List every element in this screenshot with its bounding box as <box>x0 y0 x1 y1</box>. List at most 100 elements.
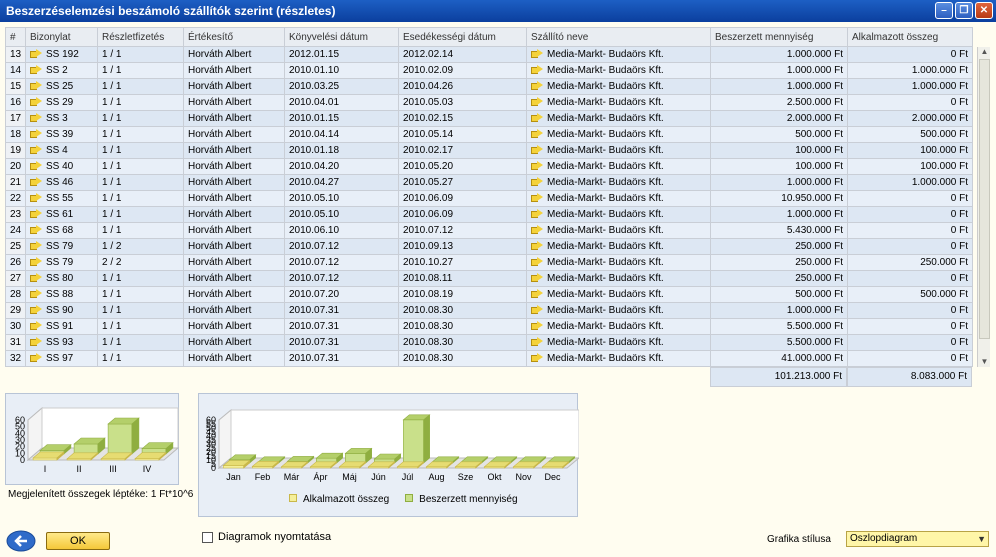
table-cell[interactable]: Media-Markt- Budaörs Kft. <box>526 222 711 239</box>
link-arrow-icon[interactable] <box>30 97 42 106</box>
table-row[interactable]: 31 SS 93 1 / 1 Horváth Albert 2010.07.31 2010… <box>5 334 973 351</box>
table-cell[interactable]: Media-Markt- Budaörs Kft. <box>526 350 711 367</box>
table-cell[interactable]: SS 192 <box>25 46 98 63</box>
link-arrow-icon[interactable] <box>30 353 42 362</box>
table-row[interactable]: 20 SS 40 1 / 1 Horváth Albert 2010.04.20 2010… <box>5 158 973 175</box>
table-row[interactable]: 28 SS 88 1 / 1 Horváth Albert 2010.07.20 2010… <box>5 286 973 303</box>
link-arrow-icon[interactable] <box>30 273 42 282</box>
table-cell[interactable]: Media-Markt- Budaörs Kft. <box>526 190 711 207</box>
link-arrow-icon[interactable] <box>531 113 543 122</box>
table-cell[interactable]: Media-Markt- Budaörs Kft. <box>526 126 711 143</box>
table-cell[interactable]: Media-Markt- Budaörs Kft. <box>526 158 711 175</box>
table-cell[interactable]: Media-Markt- Budaörs Kft. <box>526 286 711 303</box>
ok-button[interactable]: OK <box>46 532 110 550</box>
table-row[interactable]: 17 SS 31 / 1 Horváth Albert 2010.01.15 2010.… <box>5 110 973 127</box>
table-cell[interactable]: SS 79 <box>25 254 98 271</box>
column-header[interactable]: Könyvelési dátum <box>284 27 399 47</box>
link-arrow-icon[interactable] <box>30 193 42 202</box>
table-row[interactable]: 19 SS 41 / 1 Horváth Albert 2010.01.18 2010.… <box>5 142 973 159</box>
table-cell[interactable]: SS 55 <box>25 190 98 207</box>
link-arrow-icon[interactable] <box>30 257 42 266</box>
link-arrow-icon[interactable] <box>30 177 42 186</box>
table-cell[interactable]: SS 88 <box>25 286 98 303</box>
link-arrow-icon[interactable] <box>30 337 42 346</box>
link-arrow-icon[interactable] <box>531 353 543 362</box>
table-row[interactable]: 18 SS 39 1 / 1 Horváth Albert 2010.04.14 2010… <box>5 126 973 143</box>
table-row[interactable]: 32 SS 97 1 / 1 Horváth Albert 2010.07.31 2010… <box>5 350 973 367</box>
link-arrow-icon[interactable] <box>30 289 42 298</box>
table-row[interactable]: 15 SS 25 1 / 1 Horváth Albert 2010.03.25 2010… <box>5 78 973 95</box>
table-row[interactable]: 22 SS 55 1 / 1 Horváth Albert 2010.05.10 2010… <box>5 190 973 207</box>
link-arrow-icon[interactable] <box>30 81 42 90</box>
table-cell[interactable]: SS 79 <box>25 238 98 255</box>
column-header[interactable]: Szállító neve <box>526 27 711 47</box>
table-cell[interactable]: Media-Markt- Budaörs Kft. <box>526 78 711 95</box>
link-arrow-icon[interactable] <box>30 241 42 250</box>
maximize-icon[interactable]: ❐ <box>955 2 973 19</box>
scroll-up-icon[interactable]: ▲ <box>978 47 991 57</box>
print-charts-row[interactable]: Diagramok nyomtatása <box>202 531 331 543</box>
table-row[interactable]: 25 SS 79 1 / 2 Horváth Albert 2010.07.12 2010… <box>5 238 973 255</box>
table-cell[interactable]: Media-Markt- Budaörs Kft. <box>526 174 711 191</box>
print-charts-checkbox[interactable] <box>202 531 213 543</box>
table-row[interactable]: 23 SS 61 1 / 1 Horváth Albert 2010.05.10 2010… <box>5 206 973 223</box>
vertical-scrollbar[interactable]: ▲ ▼ <box>977 47 990 367</box>
table-cell[interactable]: Media-Markt- Budaörs Kft. <box>526 142 711 159</box>
link-arrow-icon[interactable] <box>531 49 543 58</box>
link-arrow-icon[interactable] <box>30 161 42 170</box>
link-arrow-icon[interactable] <box>531 225 543 234</box>
scroll-thumb[interactable] <box>979 59 990 339</box>
column-header[interactable]: Alkalmazott összeg <box>847 27 973 47</box>
column-header[interactable]: Bizonylat <box>25 27 98 47</box>
table-row[interactable]: 30 SS 91 1 / 1 Horváth Albert 2010.07.31 2010… <box>5 318 973 335</box>
table-cell[interactable]: SS 2 <box>25 62 98 79</box>
link-arrow-icon[interactable] <box>531 289 543 298</box>
link-arrow-icon[interactable] <box>531 65 543 74</box>
table-cell[interactable]: Media-Markt- Budaörs Kft. <box>526 206 711 223</box>
close-icon[interactable]: ✕ <box>975 2 993 19</box>
link-arrow-icon[interactable] <box>531 129 543 138</box>
column-header[interactable]: Értékesítő <box>183 27 285 47</box>
link-arrow-icon[interactable] <box>531 209 543 218</box>
table-row[interactable]: 26 SS 79 2 / 2 Horváth Albert 2010.07.12 2010… <box>5 254 973 271</box>
column-header[interactable]: # <box>5 27 26 47</box>
link-arrow-icon[interactable] <box>531 257 543 266</box>
minimize-icon[interactable]: – <box>935 2 953 19</box>
table-row[interactable]: 24 SS 68 1 / 1 Horváth Albert 2010.06.10 2010… <box>5 222 973 239</box>
link-arrow-icon[interactable] <box>531 321 543 330</box>
link-arrow-icon[interactable] <box>30 65 42 74</box>
table-cell[interactable]: Media-Markt- Budaörs Kft. <box>526 302 711 319</box>
table-cell[interactable]: SS 91 <box>25 318 98 335</box>
link-arrow-icon[interactable] <box>531 81 543 90</box>
link-arrow-icon[interactable] <box>531 145 543 154</box>
link-arrow-icon[interactable] <box>30 209 42 218</box>
table-row[interactable]: 14 SS 21 / 1 Horváth Albert 2010.01.10 2010.… <box>5 62 973 79</box>
table-cell[interactable]: Media-Markt- Budaörs Kft. <box>526 270 711 287</box>
link-arrow-icon[interactable] <box>531 337 543 346</box>
link-arrow-icon[interactable] <box>30 321 42 330</box>
link-arrow-icon[interactable] <box>30 49 42 58</box>
link-arrow-icon[interactable] <box>531 193 543 202</box>
table-cell[interactable]: SS 39 <box>25 126 98 143</box>
link-arrow-icon[interactable] <box>30 145 42 154</box>
table-cell[interactable]: Media-Markt- Budaörs Kft. <box>526 46 711 63</box>
back-arrow-icon[interactable] <box>6 530 36 552</box>
table-cell[interactable]: SS 61 <box>25 206 98 223</box>
table-row[interactable]: 27 SS 80 1 / 1 Horváth Albert 2010.07.12 2010… <box>5 270 973 287</box>
table-cell[interactable]: SS 29 <box>25 94 98 111</box>
table-row[interactable]: 21 SS 46 1 / 1 Horváth Albert 2010.04.27 2010… <box>5 174 973 191</box>
table-cell[interactable]: SS 40 <box>25 158 98 175</box>
table-cell[interactable]: Media-Markt- Budaörs Kft. <box>526 62 711 79</box>
table-cell[interactable]: SS 4 <box>25 142 98 159</box>
table-cell[interactable]: SS 97 <box>25 350 98 367</box>
table-cell[interactable]: SS 80 <box>25 270 98 287</box>
column-header[interactable]: Esedékességi dátum <box>398 27 527 47</box>
link-arrow-icon[interactable] <box>531 273 543 282</box>
link-arrow-icon[interactable] <box>30 129 42 138</box>
table-cell[interactable]: Media-Markt- Budaörs Kft. <box>526 238 711 255</box>
table-cell[interactable]: Media-Markt- Budaörs Kft. <box>526 94 711 111</box>
link-arrow-icon[interactable] <box>531 241 543 250</box>
table-cell[interactable]: SS 25 <box>25 78 98 95</box>
table-cell[interactable]: SS 90 <box>25 302 98 319</box>
link-arrow-icon[interactable] <box>30 113 42 122</box>
